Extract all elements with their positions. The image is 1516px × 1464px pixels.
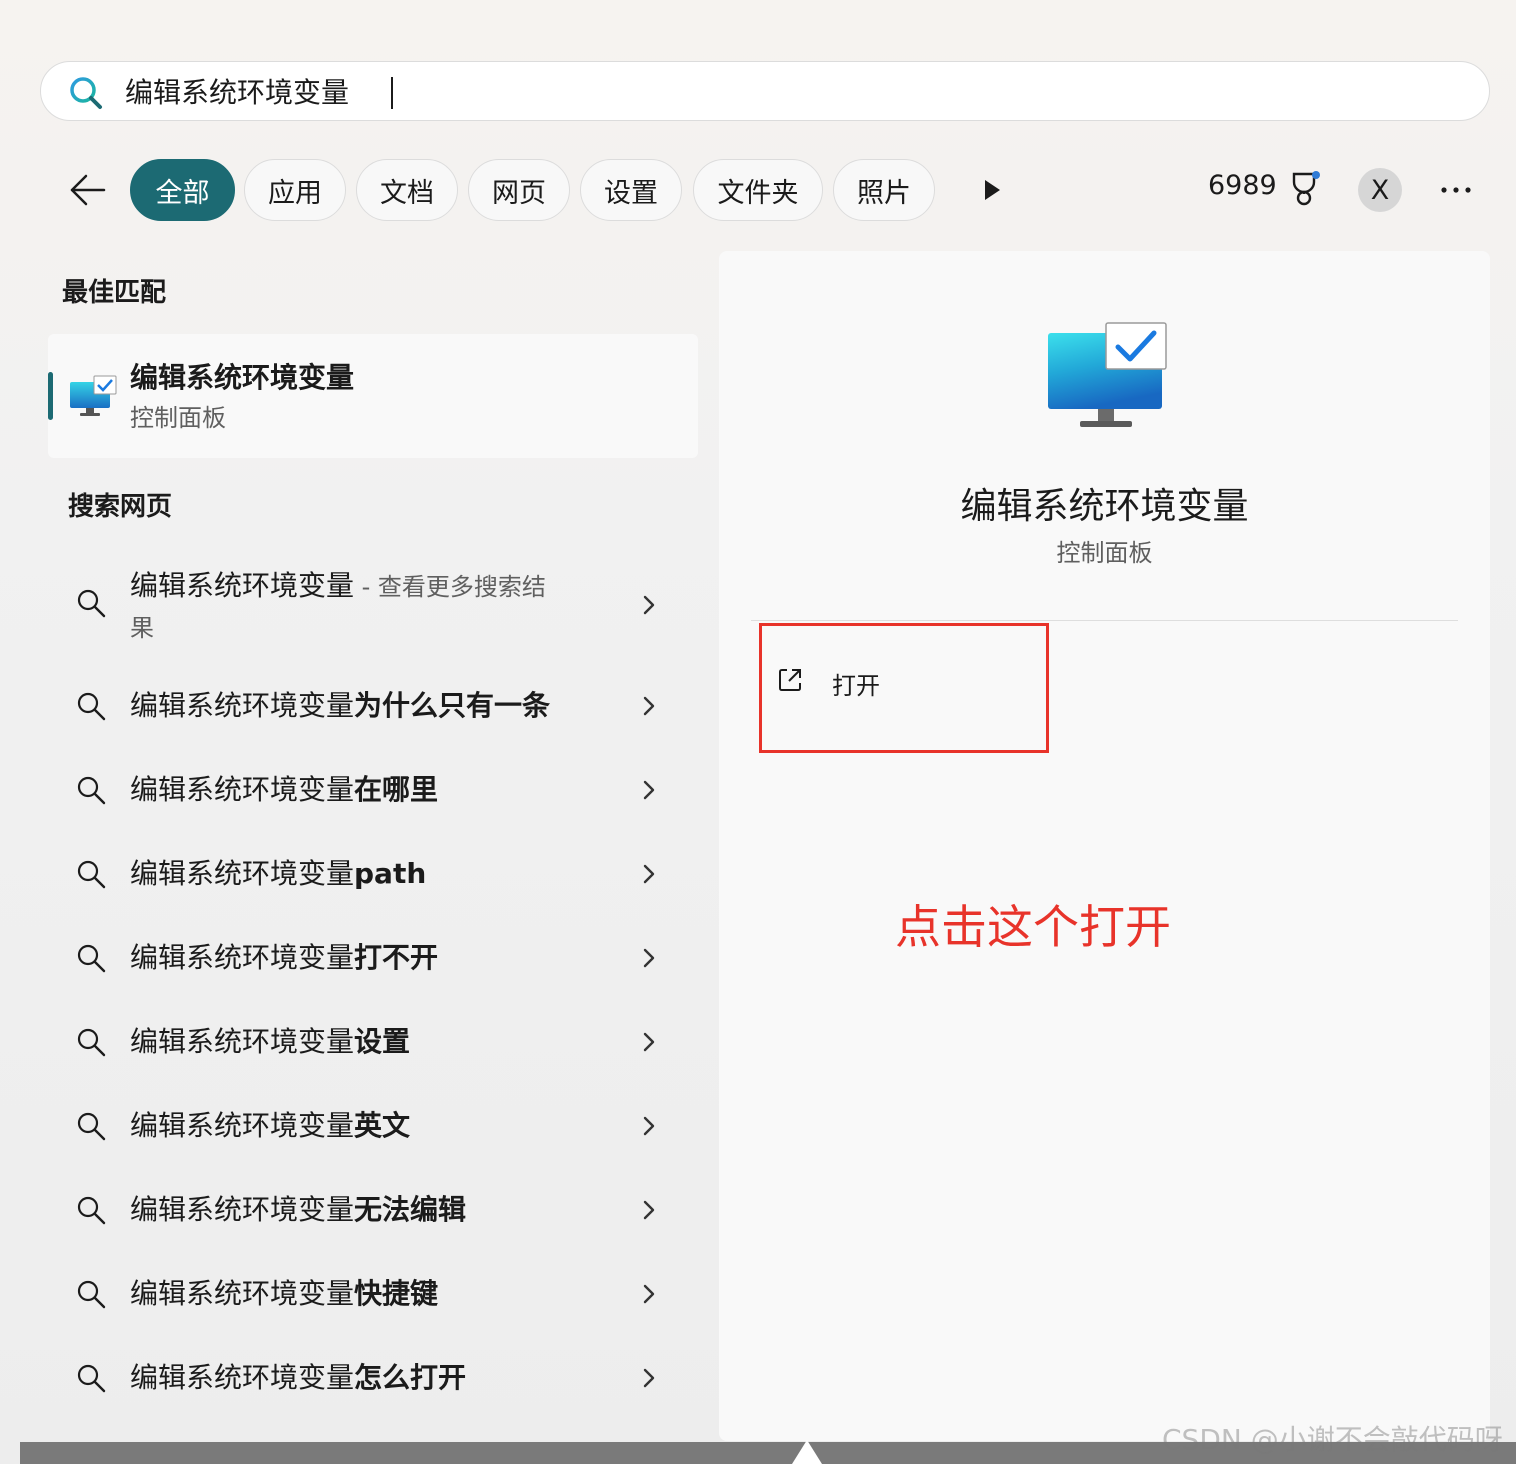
chevron-right-icon [643, 696, 655, 716]
web-search-item[interactable]: 编辑系统环境变量在哪里 [60, 770, 678, 810]
query-base: 编辑系统环境变量 [130, 941, 355, 974]
search-icon [77, 1280, 106, 1309]
query-base: 编辑系统环境变量 [130, 1361, 355, 1394]
open-label: 打开 [832, 672, 880, 700]
web-search-item[interactable]: 编辑系统环境变量path [60, 854, 678, 894]
web-search-item-text: 编辑系统环境变量英文 [130, 1106, 410, 1146]
query-suffix: 在哪里 [354, 773, 439, 806]
search-icon [70, 77, 102, 109]
web-search-item[interactable]: 编辑系统环境变量怎么打开 [60, 1358, 678, 1398]
search-icon [77, 944, 106, 973]
web-search-item-text: 编辑系统环境变量为什么只有一条 [130, 686, 550, 726]
back-arrow-icon[interactable] [66, 170, 110, 210]
detail-title: 编辑系统环境变量 [960, 486, 1249, 527]
web-search-item-text: 编辑系统环境变量快捷键 [130, 1274, 438, 1314]
web-search-item[interactable]: 编辑系统环境变量打不开 [60, 938, 678, 978]
web-search-item-text: 编辑系统环境变量打不开 [130, 938, 438, 978]
chevron-right-icon [643, 1200, 655, 1220]
query-base: 编辑系统环境变量 [130, 1109, 355, 1142]
control-panel-monitor-icon [1048, 322, 1167, 427]
web-search-item-text: 编辑系统环境变量怎么打开 [130, 1358, 466, 1398]
search-icon [77, 860, 106, 889]
detail-subtitle: 控制面板 [1056, 539, 1153, 567]
text-caret [391, 77, 393, 109]
control-panel-monitor-icon [70, 375, 117, 416]
more-results-label: - 查看更多搜索结 [354, 573, 546, 601]
search-icon [77, 1112, 106, 1141]
more-results-label-wrap: 果 [130, 614, 154, 642]
search-icon [77, 589, 106, 618]
selection-accent [48, 372, 53, 420]
tab-documents[interactable]: 文档 [356, 159, 458, 221]
best-match-result[interactable]: 编辑系统环境变量 控制面板 [48, 334, 698, 458]
chevron-right-icon [643, 948, 655, 968]
query-suffix: 英文 [354, 1109, 411, 1142]
search-icon [77, 776, 106, 805]
tab-apps[interactable]: 应用 [244, 159, 346, 221]
best-match-subtitle: 控制面板 [130, 404, 226, 432]
query-suffix: 怎么打开 [354, 1361, 467, 1394]
tab-web[interactable]: 网页 [468, 159, 570, 221]
search-box[interactable] [40, 61, 1490, 121]
query-suffix: path [354, 857, 427, 890]
web-search-item[interactable]: 编辑系统环境变量快捷键 [60, 1274, 678, 1314]
user-avatar[interactable]: X [1358, 168, 1402, 212]
annotation-text: 点击这个打开 [895, 900, 1171, 954]
trophy-icon[interactable] [1288, 170, 1322, 208]
query-base: 编辑系统环境变量 [130, 1193, 355, 1226]
query-base: 编辑系统环境变量 [130, 857, 355, 890]
chevron-right-icon [643, 1284, 655, 1304]
play-more-icon[interactable] [982, 178, 1002, 202]
query-base: 编辑系统环境变量 [130, 1025, 355, 1058]
best-match-title: 编辑系统环境变量 [130, 361, 355, 394]
divider [751, 620, 1458, 621]
search-icon [77, 1196, 106, 1225]
web-search-item-text: 编辑系统环境变量path [130, 854, 426, 894]
query-suffix: 设置 [354, 1025, 411, 1058]
query-base: 编辑系统环境变量 [130, 773, 355, 806]
query-suffix: 无法编辑 [354, 1193, 467, 1226]
search-icon [77, 1364, 106, 1393]
search-icon [77, 692, 106, 721]
chevron-right-icon [643, 1368, 655, 1388]
query-base: 编辑系统环境变量 [130, 1277, 355, 1310]
web-search-item-text: 编辑系统环境变量 - 查看更多搜索结 [130, 566, 546, 607]
chevron-right-icon [643, 1032, 655, 1052]
web-search-item-text: 编辑系统环境变量在哪里 [130, 770, 438, 810]
search-icon [77, 1028, 106, 1057]
query-suffix: 打不开 [354, 941, 439, 974]
query-suffix: 快捷键 [354, 1277, 439, 1310]
query-suffix: 为什么只有一条 [354, 689, 551, 722]
open-button[interactable]: 打开 [759, 623, 1049, 753]
watermark: CSDN @小谢不会敲代码呀 [1162, 1423, 1503, 1456]
chevron-right-icon [643, 1116, 655, 1136]
web-search-item[interactable]: 编辑系统环境变量英文 [60, 1106, 678, 1146]
web-search-query: 编辑系统环境变量 [130, 569, 355, 602]
rewards-points: 6989 [1208, 170, 1277, 201]
more-options-icon[interactable] [1440, 186, 1472, 194]
web-search-item-text: 编辑系统环境变量无法编辑 [130, 1190, 466, 1230]
query-base: 编辑系统环境变量 [130, 689, 355, 722]
web-search-item[interactable]: 编辑系统环境变量为什么只有一条 [60, 686, 678, 726]
chevron-right-icon [643, 864, 655, 884]
tab-all[interactable]: 全部 [130, 159, 235, 221]
tab-folders[interactable]: 文件夹 [693, 159, 823, 221]
web-search-heading: 搜索网页 [68, 492, 173, 522]
search-input[interactable] [125, 62, 1425, 120]
web-search-item[interactable]: 编辑系统环境变量设置 [60, 1022, 678, 1062]
chevron-right-icon [643, 595, 655, 615]
chevron-right-icon [643, 780, 655, 800]
tab-photos[interactable]: 照片 [833, 159, 935, 221]
taskbar-notch-icon [792, 1440, 822, 1464]
web-search-item-text: 编辑系统环境变量设置 [130, 1022, 410, 1062]
detail-panel: 编辑系统环境变量 控制面板 打开 点击这个打开 [719, 251, 1490, 1441]
web-search-item-more-results[interactable]: 编辑系统环境变量 - 查看更多搜索结 果 [60, 564, 678, 646]
web-search-item[interactable]: 编辑系统环境变量无法编辑 [60, 1190, 678, 1230]
open-external-icon [779, 669, 801, 691]
best-match-heading: 最佳匹配 [62, 278, 167, 308]
tab-settings[interactable]: 设置 [580, 159, 682, 221]
